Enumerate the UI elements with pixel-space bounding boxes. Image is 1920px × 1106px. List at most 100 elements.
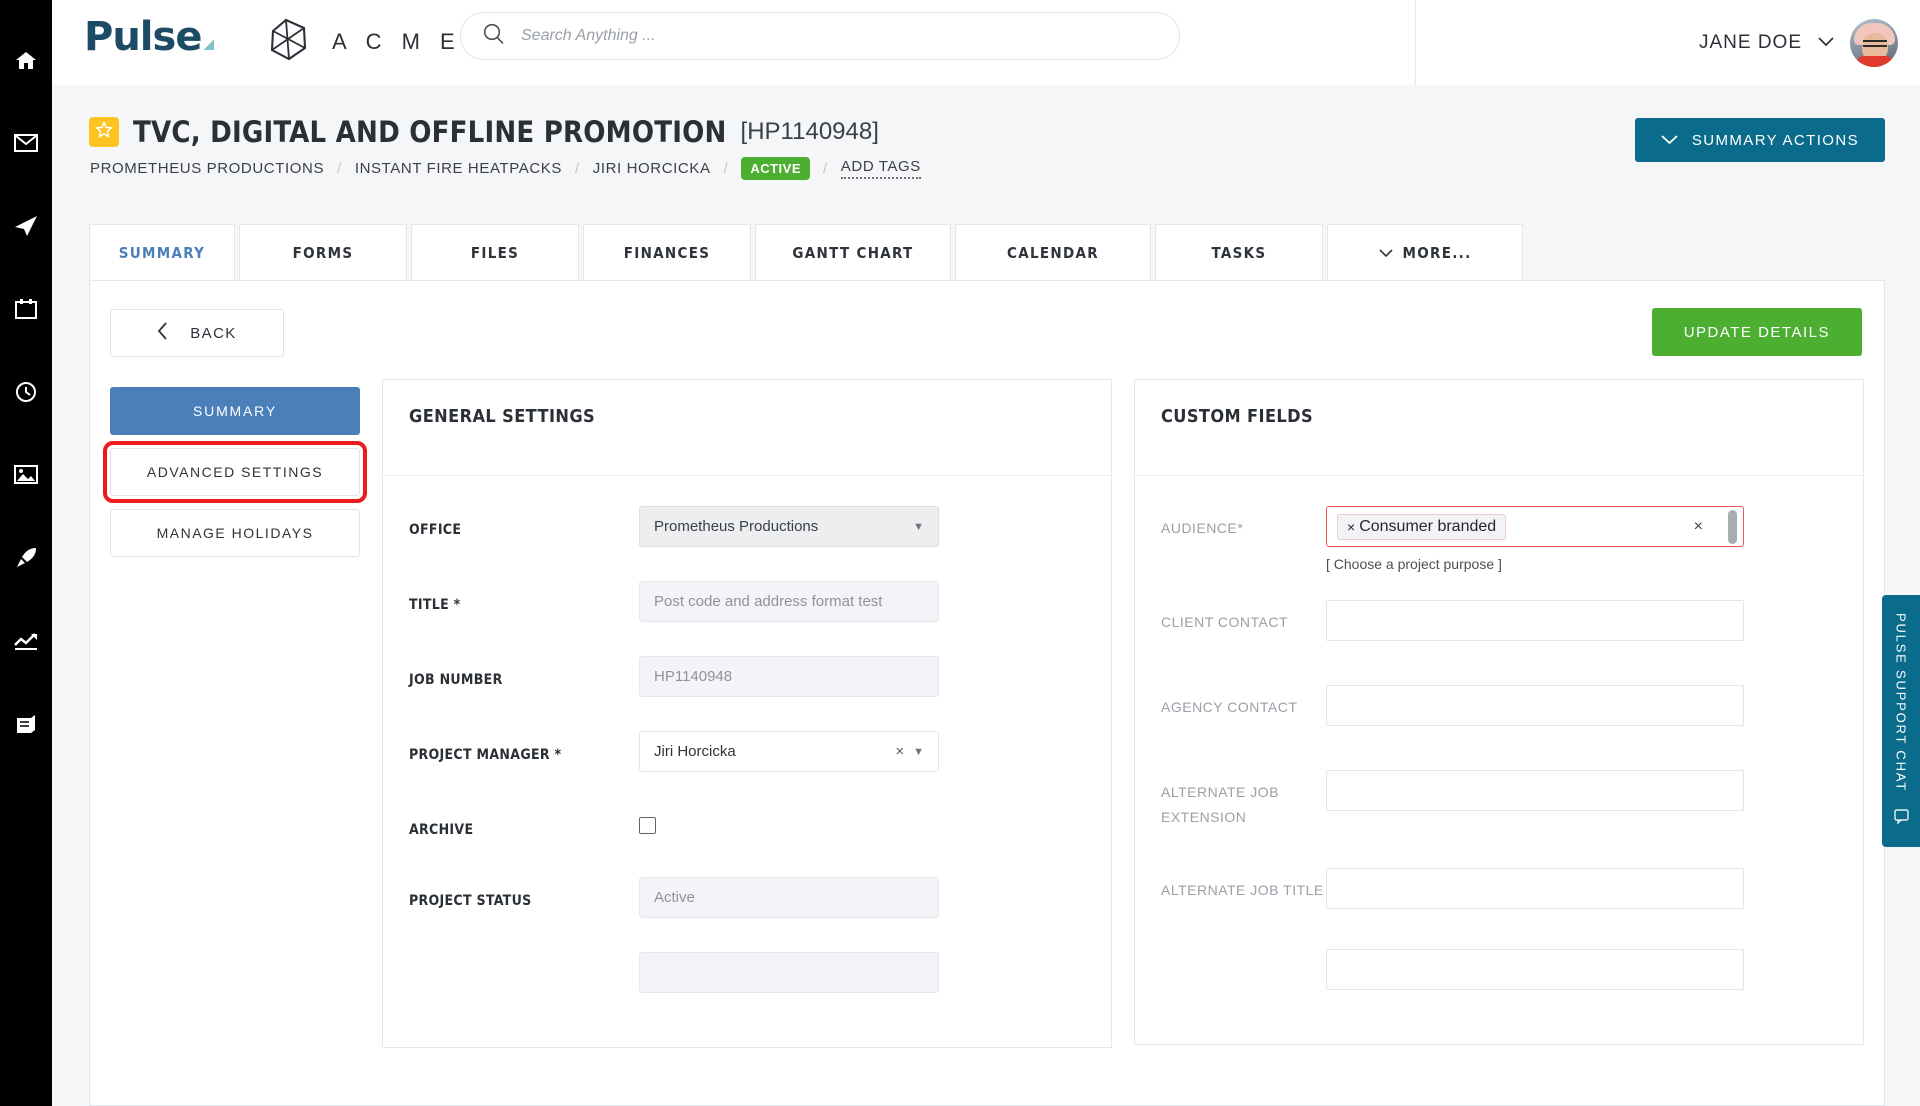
add-tags-link[interactable]: ADD TAGS <box>840 158 921 179</box>
chevron-left-icon <box>157 322 168 344</box>
caret-down-icon: ▼ <box>913 745 924 758</box>
avatar-scarf <box>1856 55 1894 67</box>
agency-contact-input[interactable] <box>1326 685 1744 726</box>
clear-icon[interactable]: × <box>895 743 904 760</box>
side-menu-item-manage-holidays[interactable]: MANAGE HOLIDAYS <box>110 509 360 557</box>
breadcrumb-item-office[interactable]: PROMETHEUS PRODUCTIONS <box>90 160 324 177</box>
side-menu-item-advanced-settings[interactable]: ADVANCED SETTINGS <box>103 441 367 503</box>
sidebar-item-send[interactable] <box>0 184 52 267</box>
tab-bar: SUMMARY FORMS FILES FINANCES GANTT CHART… <box>89 224 1523 280</box>
calendar-icon <box>15 298 37 319</box>
content-card: BACK UPDATE DETAILS SUMMARY ADVANCED SET… <box>89 280 1885 1106</box>
chat-icon <box>1893 808 1909 829</box>
field-label-next <box>409 952 639 964</box>
breadcrumb-separator: / <box>337 160 342 177</box>
alternate-job-title-input[interactable] <box>1326 867 1744 909</box>
pulse-logo[interactable]: Pulse <box>84 14 215 60</box>
sidebar-item-mail[interactable] <box>0 101 52 184</box>
field-row-custom-next <box>1161 948 1837 990</box>
breadcrumb-item-client[interactable]: INSTANT FIRE HEATPACKS <box>355 160 562 177</box>
page-job-code: [HP1140948] <box>740 118 879 145</box>
job-number-input[interactable] <box>639 656 939 697</box>
audience-tag[interactable]: × Consumer branded <box>1337 513 1507 540</box>
support-chat-label: PULSE SUPPORT CHAT <box>1893 613 1909 793</box>
field-row-audience: AUDIENCE* × Consumer branded × [ Choose … <box>1161 506 1837 572</box>
side-menu-label: SUMMARY <box>193 403 277 419</box>
sidebar-item-calendar[interactable] <box>0 267 52 350</box>
field-label-client-contact: CLIENT CONTACT <box>1161 614 1289 630</box>
status-badge: ACTIVE <box>741 157 811 180</box>
field-row-agency-contact: AGENCY CONTACT <box>1161 685 1837 726</box>
sidebar-item-home[interactable] <box>0 18 52 101</box>
client-contact-input[interactable] <box>1326 600 1744 641</box>
caret-down-icon: ▼ <box>913 520 924 533</box>
page-title: TVC, DIGITAL AND OFFLINE PROMOTION <box>133 115 727 149</box>
columns: SUMMARY ADVANCED SETTINGS MANAGE HOLIDAY… <box>90 379 1884 1048</box>
office-select[interactable]: Prometheus Productions ▼ <box>639 506 939 547</box>
avatar[interactable] <box>1850 18 1898 67</box>
search-input[interactable] <box>519 26 1157 46</box>
support-chat-tab[interactable]: PULSE SUPPORT CHAT <box>1882 595 1920 847</box>
breadcrumb-separator: / <box>574 160 580 177</box>
tab-finances[interactable]: FINANCES <box>583 224 751 280</box>
field-label-project-status: PROJECT STATUS <box>409 892 532 909</box>
project-manager-select[interactable]: Jiri Horcicka × ▼ <box>639 731 939 772</box>
custom-next-input[interactable] <box>1326 948 1744 990</box>
remove-tag-icon[interactable]: × <box>1347 519 1355 535</box>
audience-hint: [ Choose a project purpose ] <box>1326 556 1502 572</box>
tab-calendar[interactable]: CALENDAR <box>955 224 1151 280</box>
sidebar-item-reports[interactable] <box>0 599 52 682</box>
sidebar-item-timer[interactable] <box>0 350 52 433</box>
field-label-title: TITLE * <box>409 597 461 613</box>
tab-label: CALENDAR <box>1007 243 1099 262</box>
top-bar: Pulse A C M E JANE DOE <box>52 0 1920 85</box>
favorite-star-button[interactable] <box>89 117 119 147</box>
tab-tasks[interactable]: TASKS <box>1155 224 1323 280</box>
field-row-archive: ARCHIVE <box>409 806 1085 843</box>
next-input[interactable] <box>639 951 939 993</box>
pulse-logo-accent <box>203 39 215 50</box>
custom-fields-panel: CUSTOM FIELDS AUDIENCE* × Consumer brand… <box>1134 379 1864 1045</box>
archive-checkbox[interactable] <box>639 817 656 834</box>
audience-multiselect[interactable]: × Consumer branded × <box>1326 506 1744 547</box>
update-details-button[interactable]: UPDATE DETAILS <box>1651 308 1862 356</box>
breadcrumb-separator: / <box>723 160 729 177</box>
summary-actions-button[interactable]: SUMMARY ACTIONS <box>1634 118 1885 162</box>
global-search[interactable] <box>460 12 1180 60</box>
field-label-job-number: JOB NUMBER <box>409 672 503 688</box>
sidebar-item-media[interactable] <box>0 433 52 516</box>
tab-gantt-chart[interactable]: GANTT CHART <box>755 224 951 280</box>
general-settings-body: OFFICE Prometheus Productions ▼ TITLE * <box>383 476 1111 1047</box>
tab-summary[interactable]: SUMMARY <box>89 224 235 280</box>
page-header: TVC, DIGITAL AND OFFLINE PROMOTION [HP11… <box>52 85 1920 215</box>
breadcrumb-item-manager[interactable]: JIRI HORCICKA <box>593 160 711 177</box>
side-menu-item-summary[interactable]: SUMMARY <box>110 387 360 435</box>
multiselect-scrollbar[interactable] <box>1728 510 1737 544</box>
field-label-custom-next <box>1161 949 1326 959</box>
field-label-agency-contact: AGENCY CONTACT <box>1161 699 1298 715</box>
side-menu-label: ADVANCED SETTINGS <box>146 464 324 480</box>
clear-all-icon[interactable]: × <box>1694 518 1703 536</box>
chevron-down-icon <box>1378 244 1393 262</box>
field-row-next <box>409 951 1085 993</box>
project-manager-value: Jiri Horcicka <box>654 743 736 760</box>
general-settings-panel: GENERAL SETTINGS OFFICE Prometheus Produ… <box>382 379 1112 1048</box>
tab-label: TASKS <box>1211 243 1267 262</box>
sidebar-item-launch[interactable] <box>0 516 52 599</box>
tab-files[interactable]: FILES <box>411 224 579 280</box>
project-status-input[interactable] <box>639 876 939 918</box>
polyhedron-logo-icon <box>264 15 312 68</box>
alternate-job-extension-input[interactable] <box>1326 770 1744 811</box>
title-row: TVC, DIGITAL AND OFFLINE PROMOTION [HP11… <box>89 115 879 149</box>
field-row-client-contact: CLIENT CONTACT <box>1161 600 1837 641</box>
tab-forms[interactable]: FORMS <box>239 224 407 280</box>
tab-more[interactable]: MORE... <box>1327 224 1523 280</box>
back-button[interactable]: BACK <box>110 309 284 357</box>
brand-block: A C M E <box>264 15 462 68</box>
user-menu[interactable]: JANE DOE <box>1415 0 1920 85</box>
field-row-job-number: JOB NUMBER <box>409 656 1085 697</box>
custom-fields-body: AUDIENCE* × Consumer branded × [ Choose … <box>1135 476 1863 1044</box>
sidebar-item-library[interactable] <box>0 682 52 765</box>
field-row-office: OFFICE Prometheus Productions ▼ <box>409 506 1085 547</box>
title-input[interactable] <box>639 581 939 622</box>
